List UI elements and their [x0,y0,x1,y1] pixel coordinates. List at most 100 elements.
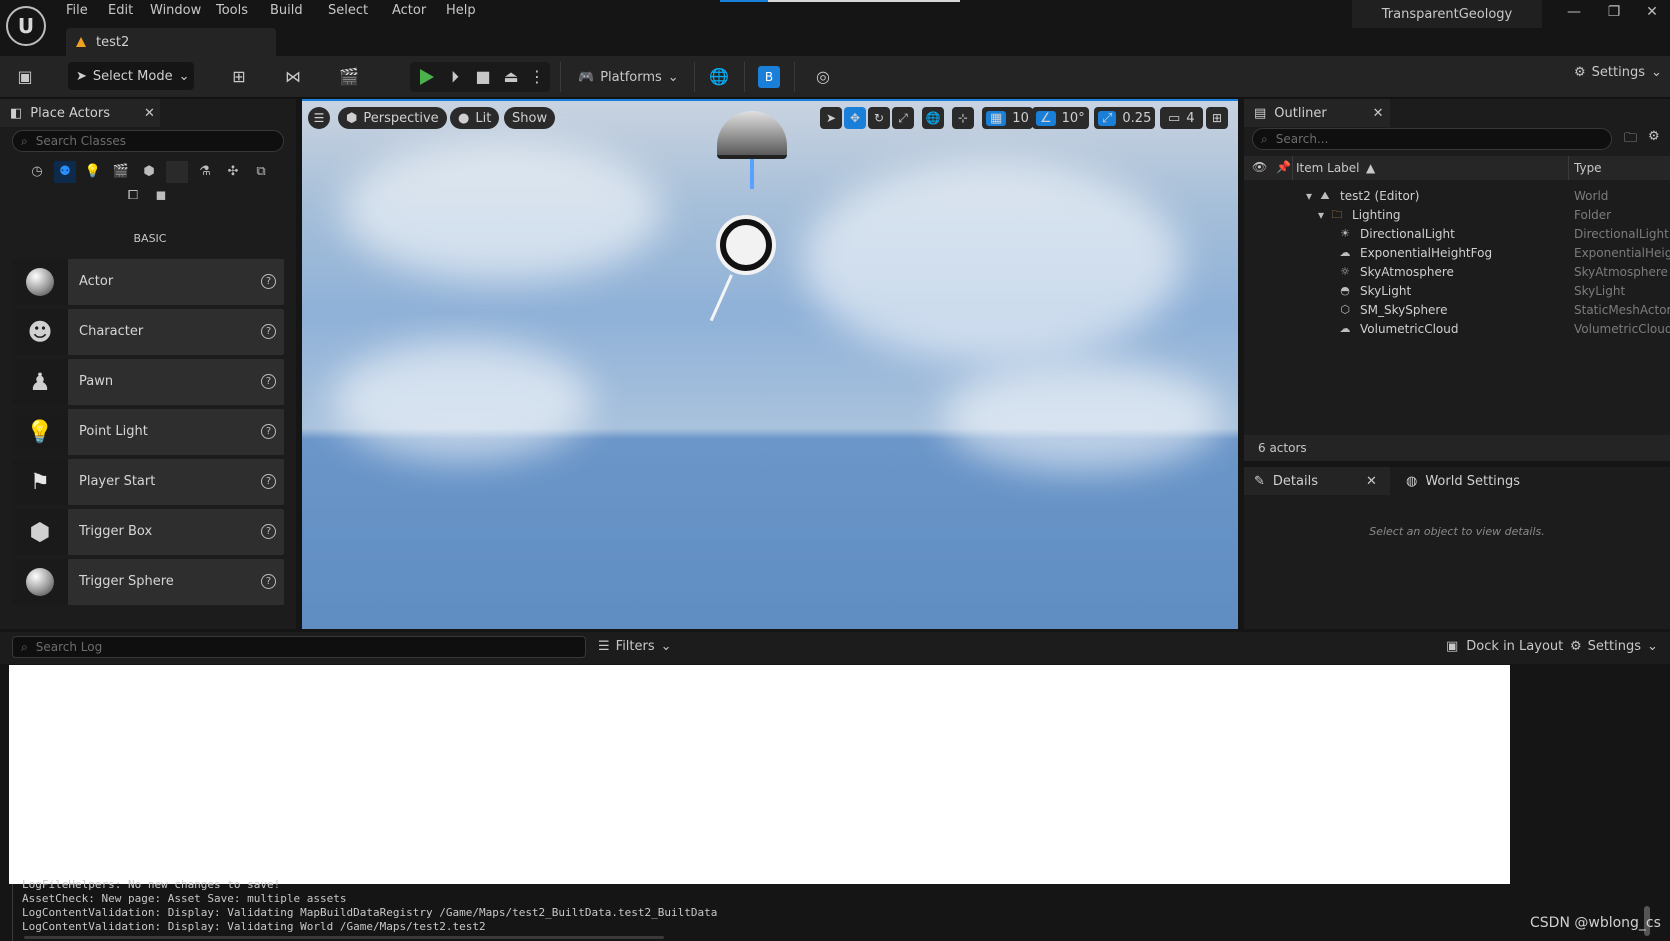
blueprint-icon[interactable]: ⋈ [282,66,304,88]
camera-speed-button[interactable]: ▭ 4 [1160,107,1203,129]
unreal-logo-icon[interactable]: U [6,6,46,46]
close-icon[interactable]: ✕ [144,106,155,121]
document-tab[interactable]: test2 [66,28,276,56]
actor-item-character[interactable]: ☻ Character ? [12,309,284,355]
platforms-button[interactable]: 🎮 Platforms ⌄ [578,65,679,89]
close-icon[interactable]: ✕ [1373,106,1384,121]
globe-icon[interactable]: 🌐 [708,66,730,88]
scale-tool-icon[interactable]: ⤢ [892,107,914,129]
geometry-icon[interactable] [166,161,188,183]
rotate-tool-icon[interactable]: ↻ [868,107,890,129]
recent-icon[interactable]: ◷ [26,161,48,183]
cube-icon[interactable]: ◼ [150,185,172,207]
dock-in-layout-button[interactable]: ▣ Dock in Layout [1446,639,1563,654]
more-options-icon[interactable]: ⋮ [526,66,548,88]
shapes-icon[interactable]: ⧉ [250,161,272,183]
cinematic-icon[interactable]: 🎬 [110,161,132,183]
eject-icon[interactable]: ⏏ [500,66,522,88]
menu-help[interactable]: Help [446,3,476,23]
search-classes-input[interactable]: ⌕ Search Classes [12,130,284,152]
select-mode-dropdown[interactable]: ➤ Select Mode ⌄ [68,62,194,90]
restore-icon[interactable]: ❐ [1596,4,1632,28]
select-tool-icon[interactable]: ➤ [820,107,842,129]
minimize-icon[interactable]: — [1556,4,1592,28]
details-tab[interactable]: ✎ Details ✕ [1244,467,1390,495]
menu-build[interactable]: Build [270,3,303,23]
rotation-snap-button[interactable]: ∠ 10° [1032,107,1089,129]
grid-snap-button[interactable]: ▦ 10 [982,107,1033,129]
actor-item-point-light[interactable]: 💡 Point Light ? [12,409,284,455]
add-folder-icon[interactable]: 🗀 [1624,129,1637,151]
search-log-input[interactable]: ⌕ Search Log [12,636,586,658]
help-icon[interactable]: ? [261,524,276,539]
output-log[interactable]: LogFileHelpers: No new changes to save! … [0,878,1670,941]
translate-tool-icon[interactable]: ✥ [844,107,866,129]
menu-select[interactable]: Select [328,3,368,23]
expand-arrow-icon[interactable]: ▾ [1318,208,1324,222]
pin-icon[interactable]: 📌 [1276,160,1291,174]
add-actor-icon[interactable]: ⊞ [228,66,250,88]
actor-item-pawn[interactable]: ♟ Pawn ? [12,359,284,405]
log-settings-button[interactable]: ⚙ Settings ⌄ [1570,639,1658,654]
place-actors-tab[interactable]: ◧ Place Actors ✕ [0,99,160,127]
help-icon[interactable]: ? [261,424,276,439]
outliner-tab[interactable]: ▤ Outliner ✕ [1244,99,1390,127]
menu-window[interactable]: Window [150,3,201,23]
menu-tools[interactable]: Tools [216,3,248,23]
gear-icon[interactable]: ⚙ [1648,129,1660,144]
help-icon[interactable]: ? [261,324,276,339]
show-button[interactable]: Show [504,107,556,129]
actor-item-trigger-sphere[interactable]: Trigger Sphere ? [12,559,284,605]
save-icon[interactable]: ▣ [14,66,36,88]
outliner-row-actor[interactable]: ◓ SkyLight [1338,281,1411,301]
toolbar-settings-button[interactable]: ⚙ Settings ⌄ [1574,65,1662,80]
outliner-row-actor[interactable]: ☼ SkyAtmosphere [1338,262,1454,282]
sky-light-gizmo-icon[interactable] [717,111,787,159]
menu-actor[interactable]: Actor [392,3,426,23]
cinematics-icon[interactable]: 🎬 [338,66,360,88]
layers-icon[interactable]: ⧠ [122,185,144,207]
type-column[interactable]: Type [1574,161,1602,175]
menu-edit[interactable]: Edit [108,3,133,23]
item-label-column[interactable]: Item Label [1296,161,1360,175]
help-icon[interactable]: ? [261,474,276,489]
viewport-menu-icon[interactable]: ☰ [308,107,330,129]
filters-button[interactable]: ☰ Filters ⌄ [598,639,672,654]
outliner-row-actor[interactable]: ☁ VolumetricCloud [1338,319,1459,339]
lights-icon[interactable]: 💡 [82,161,104,183]
help-icon[interactable]: ? [261,574,276,589]
level-viewport[interactable]: ☰ ⬢ Perspective ● Lit Show ➤ ✥ ↻ ⤢ 🌐 ⊹ ▦… [302,99,1238,629]
help-icon[interactable]: ? [261,274,276,289]
basic-category-icon[interactable]: ⚉ [54,161,76,183]
step-icon[interactable]: ⏵ [444,66,466,88]
help-icon[interactable]: ? [261,374,276,389]
all-classes-icon[interactable]: ✣ [222,161,244,183]
close-icon[interactable]: ✕ [1366,474,1377,489]
play-icon[interactable] [420,69,434,85]
actor-item-trigger-box[interactable]: ⬢ Trigger Box ? [12,509,284,555]
lit-button[interactable]: ● Lit [450,107,500,129]
perspective-button[interactable]: ⬢ Perspective [338,107,447,129]
surface-snap-icon[interactable]: ⊹ [952,107,974,129]
horizontal-scrollbar[interactable] [24,936,664,939]
outliner-row-folder[interactable]: ▾ 🗀 Lighting [1318,205,1401,225]
close-window-icon[interactable]: ✕ [1634,4,1670,28]
expand-arrow-icon[interactable]: ▾ [1306,189,1312,203]
volumes-icon[interactable]: ⚗ [194,161,216,183]
outliner-row-actor[interactable]: ⬡ SM_SkySphere [1338,300,1447,320]
viewport-layout-icon[interactable]: ⊞ [1206,107,1228,129]
world-space-icon[interactable]: 🌐 [922,107,944,129]
scale-snap-button[interactable]: ⤢ 0.25 [1094,107,1156,129]
outliner-row-world[interactable]: ▾ ⛰ test2 (Editor) [1306,186,1419,206]
outliner-row-actor[interactable]: ☁ ExponentialHeightFog [1338,243,1493,263]
directional-light-gizmo-icon[interactable] [720,219,772,271]
visual-effects-icon[interactable]: ⬢ [138,161,160,183]
outliner-search-input[interactable]: ⌕ Search... [1252,128,1612,150]
language-icon[interactable]: ◎ [812,66,834,88]
actor-item-actor[interactable]: Actor ? [12,259,284,305]
world-settings-tab[interactable]: ◍ World Settings [1396,467,1520,495]
eye-icon[interactable]: 👁 [1252,160,1267,174]
actor-item-player-start[interactable]: ⚑ Player Start ? [12,459,284,505]
blueprint-b-icon[interactable]: B [758,66,780,88]
outliner-row-actor[interactable]: ☀ DirectionalLight [1338,224,1455,244]
